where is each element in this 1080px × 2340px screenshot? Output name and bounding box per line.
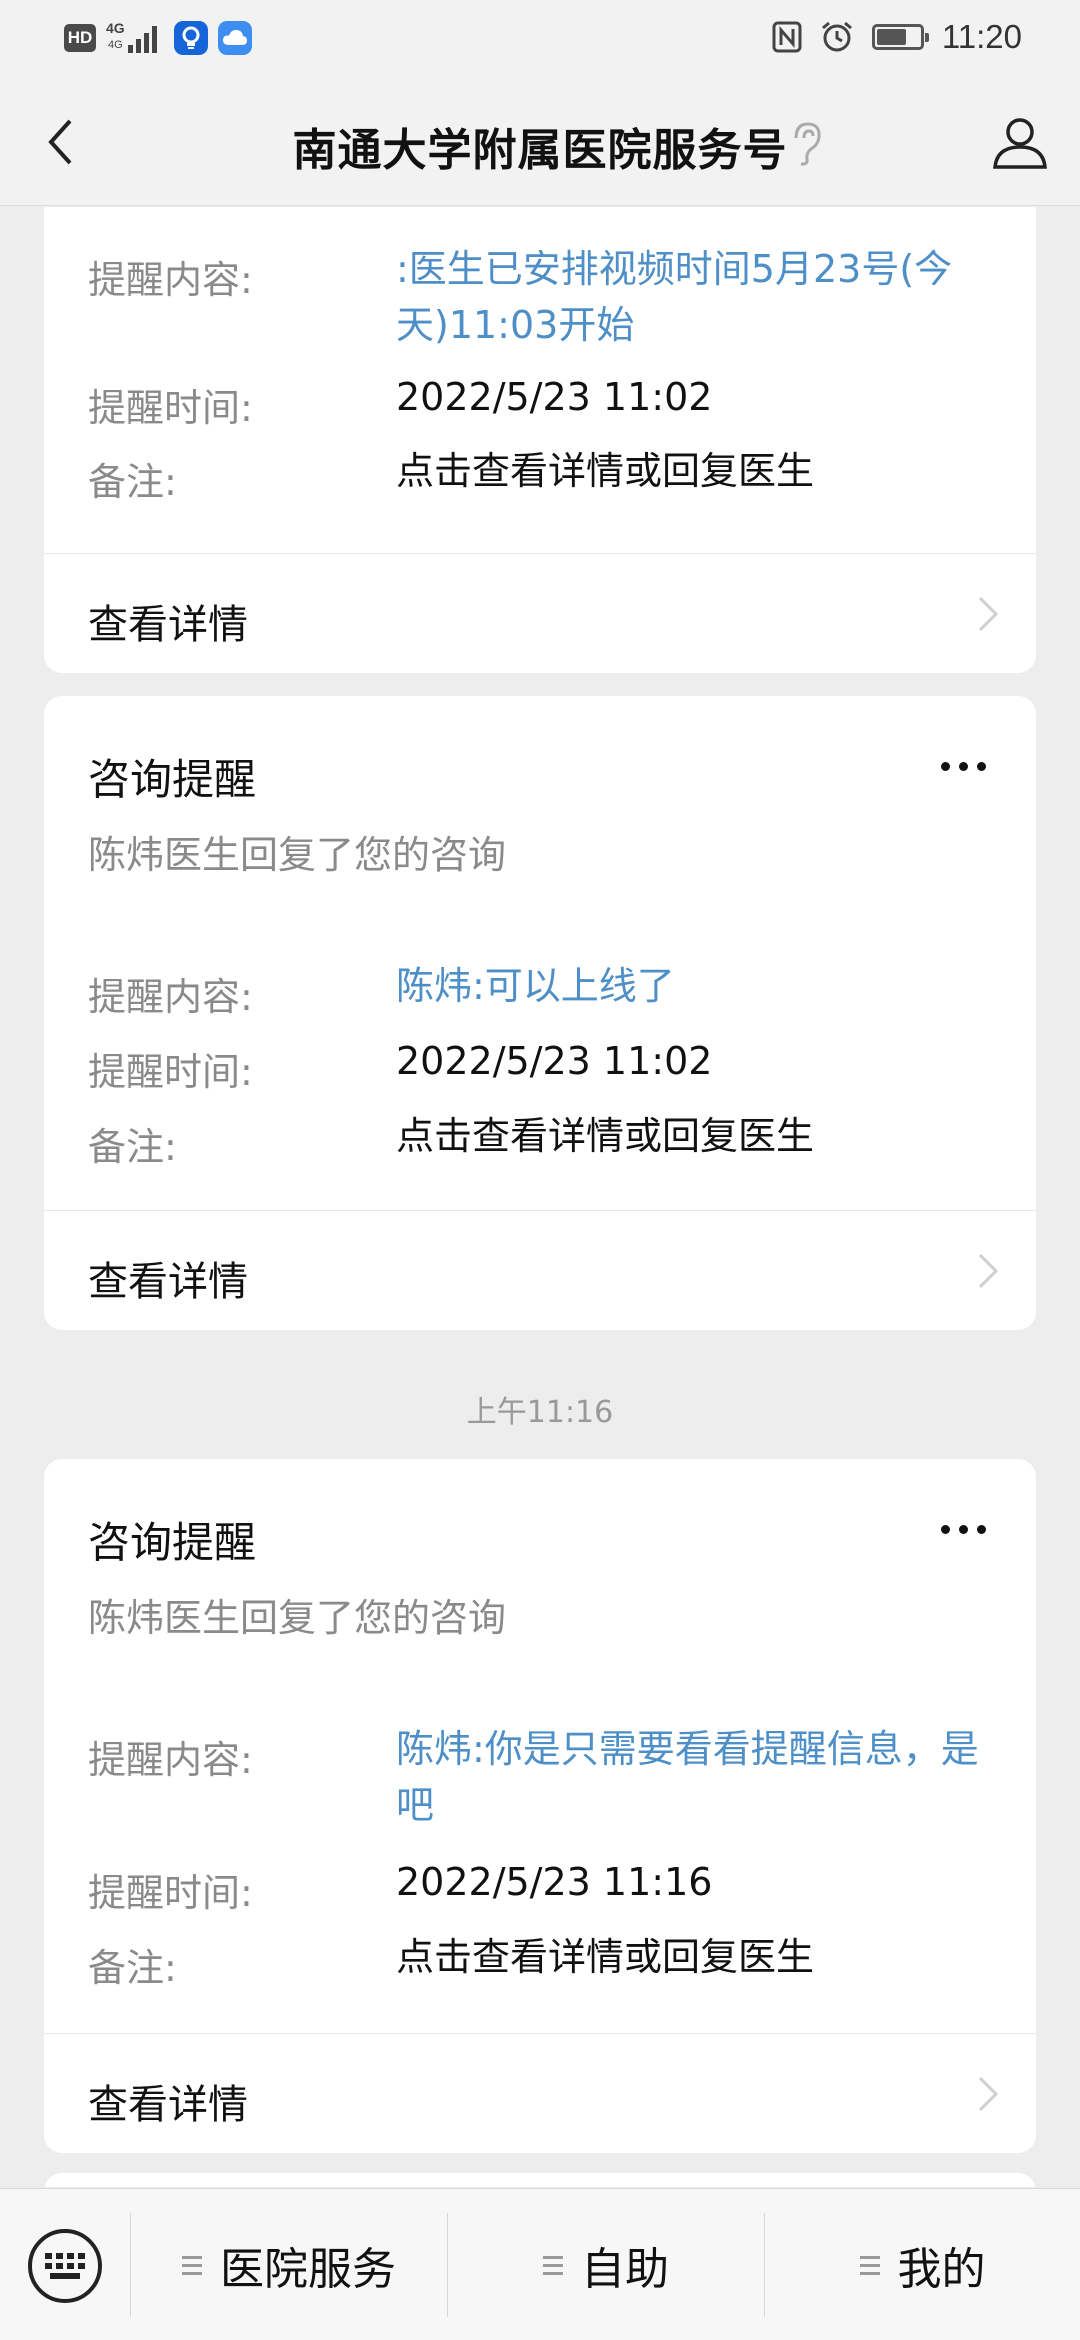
status-time: 11:20 [941, 18, 1022, 55]
profile-icon [993, 118, 1047, 169]
field-value: 点击查看详情或回复医生 [396, 1114, 815, 1158]
profile-button[interactable] [988, 110, 1052, 174]
card-title: 咨询提醒 [88, 755, 257, 804]
field-label: 提醒内容: [88, 975, 253, 1019]
field-label: 备注: [88, 460, 177, 504]
bottom-menu-bar: 医院服务 自助 我的 [0, 2188, 1080, 2340]
status-bar: HD 4G 4G 11:20 [0, 0, 1080, 76]
field-label: 提醒内容: [88, 1738, 253, 1782]
more-icon[interactable] [941, 762, 986, 771]
menu-icon [543, 2255, 563, 2275]
view-details-label: 查看详情 [88, 602, 248, 648]
alarm-icon [821, 21, 852, 52]
signal-icon: 4G 4G [106, 20, 164, 56]
menu-item-label: 我的 [897, 2244, 986, 2295]
chevron-right-icon [978, 2076, 999, 2112]
keyboard-icon [45, 2253, 85, 2279]
field-value[interactable]: 陈炜:可以上线了 [396, 958, 996, 1014]
field-label: 提醒时间: [88, 1050, 253, 1094]
status-right-icons: 11:20 [772, 18, 1022, 56]
chevron-right-icon [978, 596, 999, 632]
card-title: 咨询提醒 [88, 1518, 257, 1567]
menu-item-self-service[interactable]: 自助 [448, 2189, 764, 2340]
field-value[interactable]: :医生已安排视频时间5月23号(今天)11:03开始 [396, 241, 996, 353]
keyboard-toggle-button[interactable] [28, 2229, 102, 2303]
page-title: 南通大学附属医院服务号 [292, 125, 788, 176]
menu-item-mine[interactable]: 我的 [765, 2189, 1080, 2340]
menu-item-label: 自助 [581, 2244, 669, 2295]
field-label: 提醒时间: [88, 386, 253, 430]
message-card: 提醒内容: :医生已安排视频时间5月23号(今天)11:03开始 提醒时间: 2… [44, 207, 1036, 673]
network-type-sub: 4G [108, 39, 123, 51]
field-value: 点击查看详情或回复医生 [396, 1935, 815, 1979]
field-value: 点击查看详情或回复医生 [396, 449, 815, 493]
message-list: 提醒内容: :医生已安排视频时间5月23号(今天)11:03开始 提醒时间: 2… [0, 207, 1080, 2187]
field-label: 提醒内容: [88, 258, 253, 302]
menu-icon [182, 2255, 202, 2275]
view-details-link[interactable]: 查看详情 [44, 1211, 1036, 1330]
battery-icon [871, 24, 929, 50]
network-type: 4G [106, 20, 125, 36]
menu-item-hospital-services[interactable]: 医院服务 [131, 2189, 447, 2340]
status-left-icons: HD 4G 4G [64, 20, 252, 56]
message-card: 咨询提醒 陈炜医生回复了您的咨询 提醒内容: 陈炜:你是只需要看看提醒信息，是吧… [44, 1459, 1036, 2153]
menu-item-label: 医院服务 [220, 2244, 396, 2295]
menu-icon [859, 2255, 880, 2275]
card-subtitle: 陈炜医生回复了您的咨询 [88, 833, 507, 877]
field-value: 2022/5/23 11:02 [396, 375, 713, 419]
ear-icon[interactable] [786, 118, 826, 168]
view-details-label: 查看详情 [88, 2082, 248, 2128]
field-label: 备注: [88, 1125, 177, 1169]
message-card: 咨询提醒 陈炜医生回复了您的咨询 提醒内容: 陈炜:可以上线了 提醒时间: 20… [44, 696, 1036, 1330]
nfc-icon [772, 21, 802, 53]
card-subtitle: 陈炜医生回复了您的咨询 [88, 1596, 507, 1640]
cloud-app-icon [218, 21, 252, 55]
field-value: 2022/5/23 11:16 [396, 1860, 713, 1904]
view-details-link[interactable]: 查看详情 [44, 2034, 1036, 2153]
nav-bar: 南通大学附属医院服务号 [0, 76, 1080, 206]
more-icon[interactable] [941, 1525, 986, 1534]
field-value: 2022/5/23 11:02 [396, 1039, 713, 1083]
time-separator: 上午11:16 [466, 1395, 614, 1430]
field-value[interactable]: 陈炜:你是只需要看看提醒信息，是吧 [396, 1721, 996, 1833]
bulb-app-icon [174, 21, 208, 55]
view-details-link[interactable]: 查看详情 [44, 554, 1036, 673]
chevron-right-icon [978, 1253, 999, 1289]
view-details-label: 查看详情 [88, 1259, 248, 1305]
field-label: 备注: [88, 1946, 177, 1990]
hd-icon: HD [64, 24, 96, 52]
field-label: 提醒时间: [88, 1871, 253, 1915]
message-card [44, 2173, 1036, 2187]
